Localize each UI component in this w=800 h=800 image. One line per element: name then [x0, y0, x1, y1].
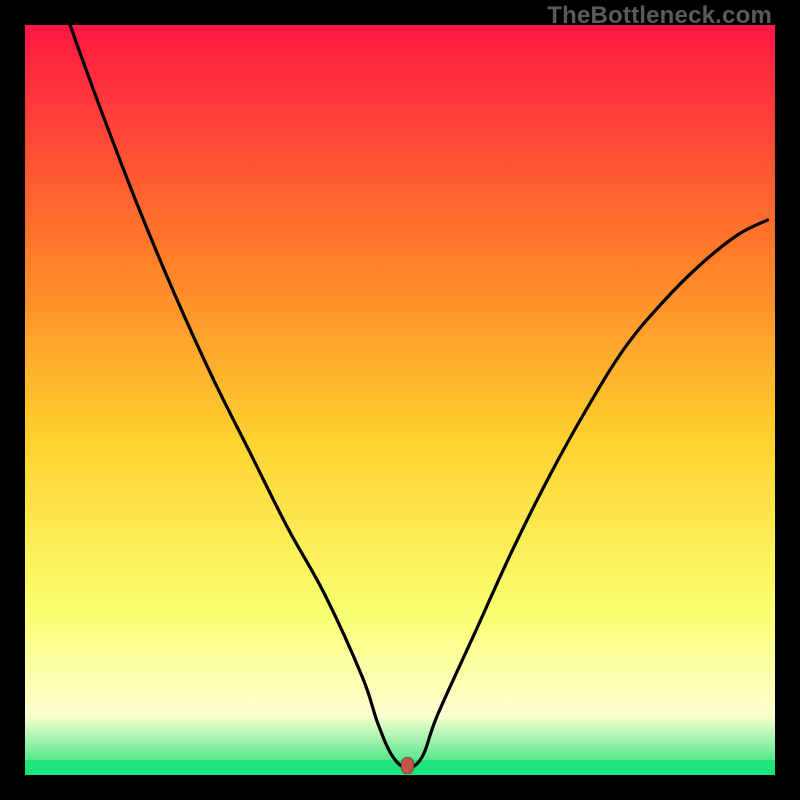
baseline-band: [25, 760, 775, 775]
optimum-marker: [402, 758, 414, 774]
bottleneck-chart: [25, 25, 775, 775]
plot-area: [25, 25, 775, 775]
gradient-background: [25, 25, 775, 775]
chart-frame: TheBottleneck.com: [0, 0, 800, 800]
